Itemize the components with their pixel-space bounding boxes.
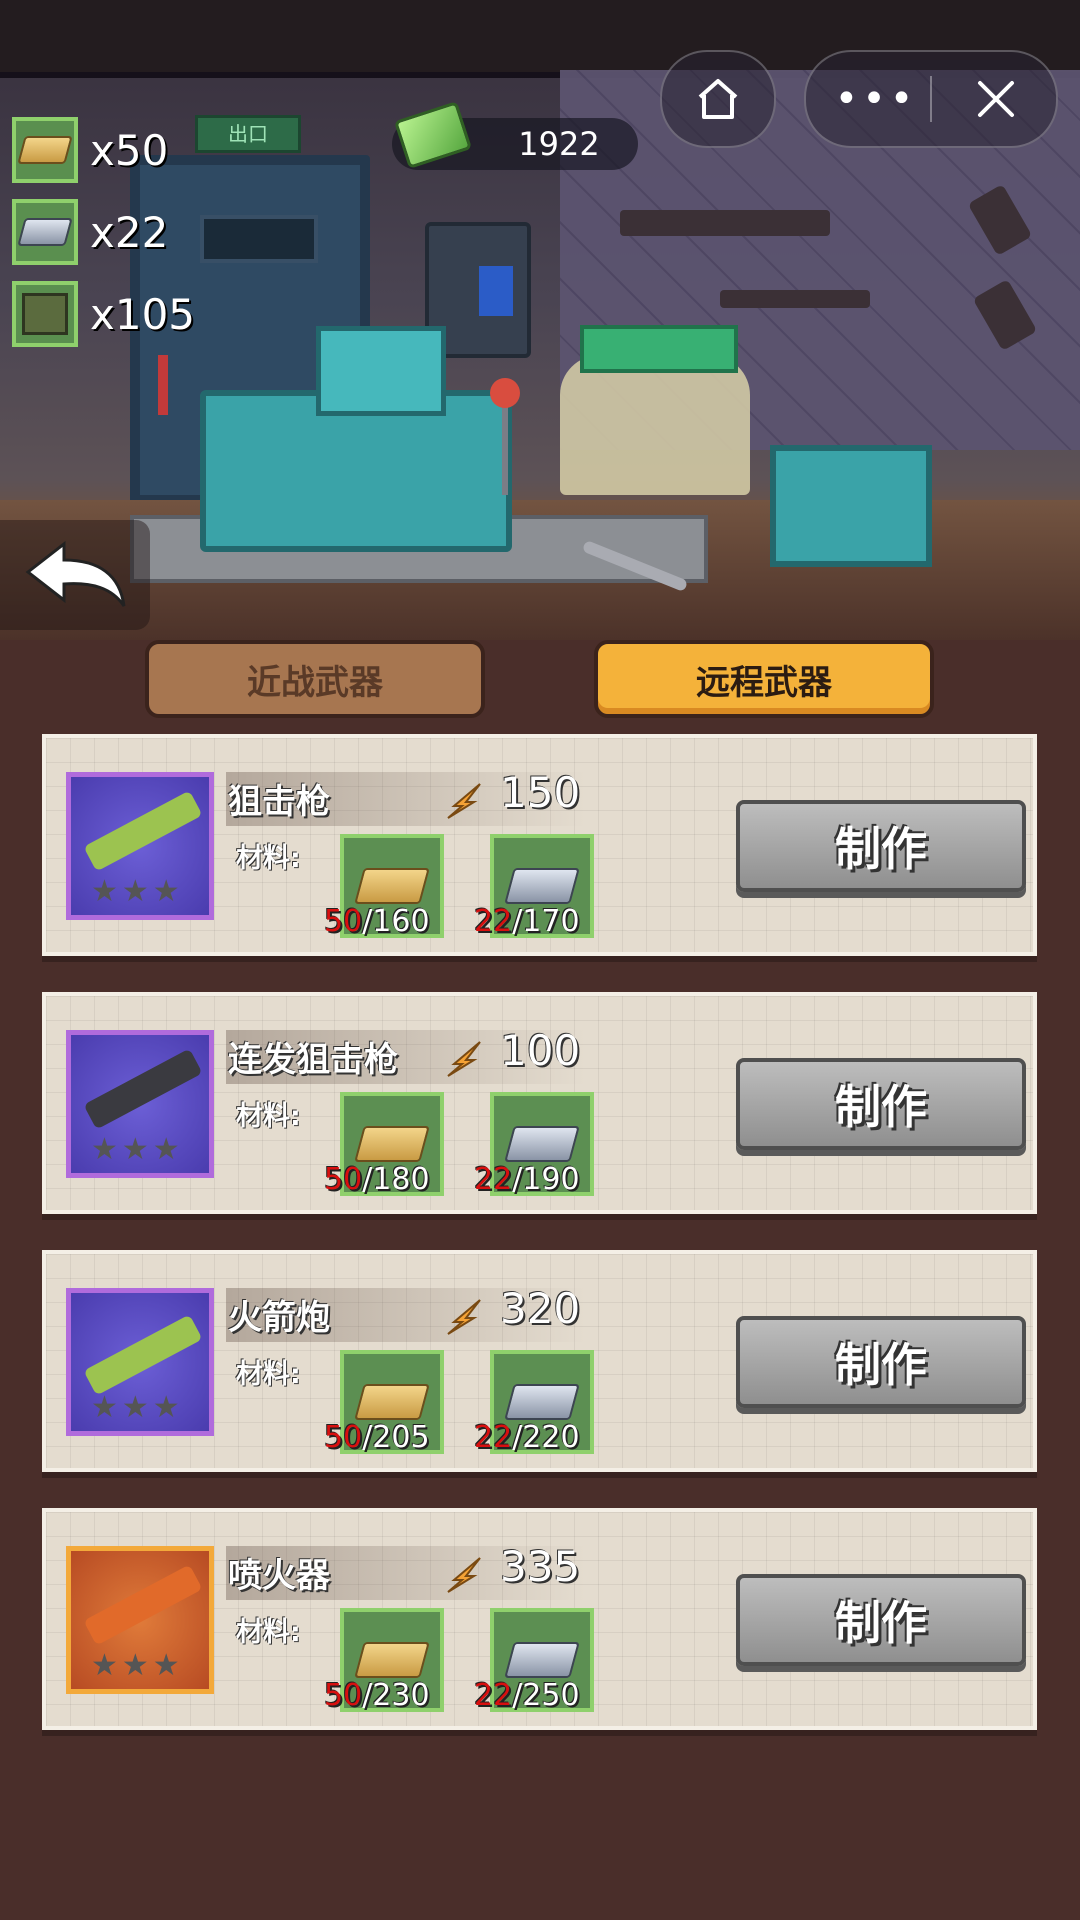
iron-count: x22 (90, 207, 169, 257)
make-button[interactable]: 制作 (736, 1058, 1026, 1150)
panel-screen (479, 266, 513, 316)
rarity-stars: ★★★ (91, 1132, 184, 1167)
press-head (316, 326, 446, 416)
weapon-power: 150 (500, 768, 581, 817)
materials-label: 材料: (236, 1101, 301, 1132)
auto-sniper-icon (83, 1048, 203, 1130)
materials-label: 材料: (236, 1359, 301, 1390)
power-arrow-icon (447, 1299, 481, 1335)
make-button[interactable]: 制作 (736, 1574, 1026, 1666)
weapon-portrait: ★★★ (66, 1546, 214, 1694)
home-icon (698, 79, 738, 119)
resource-iron: x22 (12, 196, 212, 268)
power-arrow-icon (447, 1557, 481, 1593)
rocket-launcher-icon (83, 1314, 203, 1396)
iron-requirement: 22/170 (474, 904, 580, 939)
machine-lever (502, 395, 508, 495)
weapon-power: 100 (500, 1026, 581, 1075)
iron-requirement: 22/220 (474, 1420, 580, 1455)
sniper-rifle-icon (83, 790, 203, 872)
rifle-on-wall (620, 210, 830, 236)
tab-melee-weapons[interactable]: 近战武器 (145, 640, 485, 718)
weapon-card: ★★★ 狙击枪 150 材料: 50/160 22/170 制作 (42, 734, 1037, 956)
materials-label: 材料: (236, 843, 301, 874)
weapon-portrait: ★★★ (66, 1030, 214, 1178)
weapon-name: 喷火器 (228, 1556, 330, 1596)
drill-body (560, 355, 750, 495)
gold-requirement: 50/160 (324, 904, 430, 939)
drill-block (770, 445, 932, 567)
close-icon (978, 81, 1014, 117)
power-arrow-icon (447, 783, 481, 819)
gold-requirement: 50/230 (324, 1678, 430, 1713)
rarity-stars: ★★★ (91, 874, 184, 909)
press-machine (200, 326, 512, 552)
weapon-name: 火箭炮 (228, 1298, 330, 1338)
home-button[interactable] (660, 50, 776, 148)
resource-gold: x50 (12, 114, 212, 186)
supply-crate-icon (12, 281, 78, 347)
crate-count: x105 (90, 289, 196, 339)
materials-label: 材料: (236, 1617, 301, 1648)
iron-requirement: 22/250 (474, 1678, 580, 1713)
back-arrow-icon (25, 540, 126, 607)
weapon-card: ★★★ 火箭炮 320 材料: 50/205 22/220 制作 (42, 1250, 1037, 1472)
gold-requirement: 50/180 (324, 1162, 430, 1197)
gold-bar-icon (12, 117, 78, 183)
make-button[interactable]: 制作 (736, 1316, 1026, 1408)
drill-machine (560, 325, 932, 567)
weapon-power: 320 (500, 1284, 581, 1333)
close-button[interactable] (946, 52, 1046, 146)
weapon-card: ★★★ 连发狙击枪 100 材料: 50/180 22/190 制作 (42, 992, 1037, 1214)
gold-count: x50 (90, 125, 169, 175)
make-button[interactable]: 制作 (736, 800, 1026, 892)
door-handle (158, 355, 168, 415)
gold-requirement: 50/205 (324, 1420, 430, 1455)
flamethrower-icon (83, 1564, 203, 1646)
miniapp-capsule: ••• (804, 50, 1058, 148)
power-arrow-icon (447, 1041, 481, 1077)
money-value: 1922 (518, 125, 600, 163)
door-slot (200, 215, 318, 263)
smg-on-wall (720, 290, 870, 308)
lever-knob (490, 378, 520, 408)
weapon-name: 狙击枪 (228, 782, 330, 822)
capsule-divider (930, 76, 932, 122)
drill-cap (580, 325, 738, 373)
rarity-stars: ★★★ (91, 1390, 184, 1425)
tab-ranged-weapons[interactable]: 远程武器 (594, 640, 934, 718)
more-icon[interactable]: ••• (826, 52, 926, 146)
weapon-name: 连发狙击枪 (228, 1040, 398, 1080)
resource-crate: x105 (12, 278, 212, 350)
back-button[interactable] (0, 520, 150, 630)
weapon-portrait: ★★★ (66, 772, 214, 920)
weapon-power: 335 (500, 1542, 581, 1591)
rarity-stars: ★★★ (91, 1648, 184, 1683)
iron-requirement: 22/190 (474, 1162, 580, 1197)
iron-bar-icon (12, 199, 78, 265)
weapon-portrait: ★★★ (66, 1288, 214, 1436)
money-display: 1922 (392, 101, 638, 170)
weapon-card: ★★★ 喷火器 335 材料: 50/230 22/250 制作 (42, 1508, 1037, 1730)
